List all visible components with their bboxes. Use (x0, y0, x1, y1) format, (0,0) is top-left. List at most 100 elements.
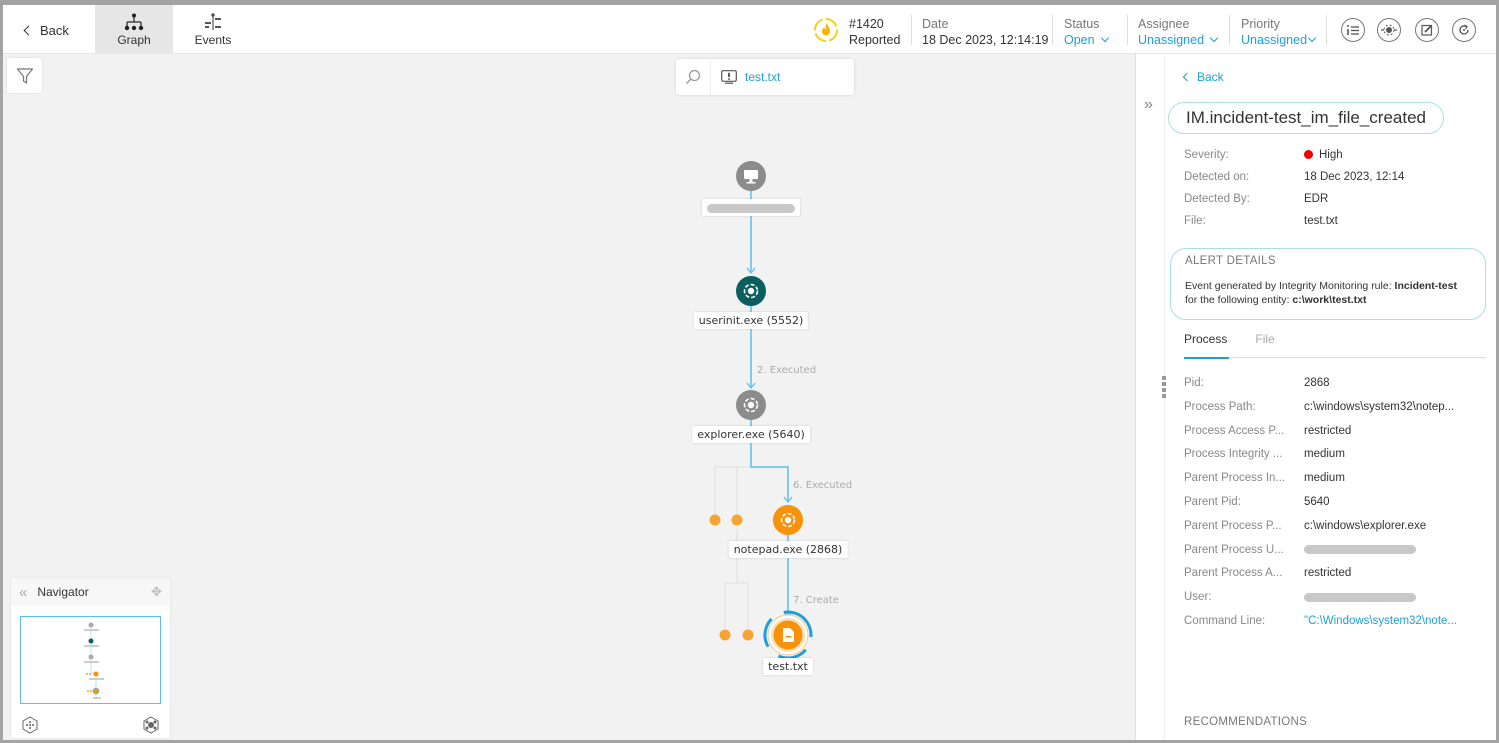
panel-resize-handle[interactable] (1162, 376, 1167, 398)
panel-back-label: Back (1197, 70, 1224, 84)
assignee-value: Unassigned (1138, 33, 1205, 47)
redacted-value (1304, 591, 1416, 603)
chevron-left-icon (1182, 72, 1192, 82)
node-label-explorer[interactable]: explorer.exe (5640) (692, 426, 810, 443)
recommendations-heading: RECOMMENDATIONS (1184, 716, 1308, 728)
redacted-text (1304, 545, 1416, 555)
process-detail-row: Command Line: "C:\Windows\system32\note..… (1184, 615, 1457, 627)
node-host[interactable] (736, 161, 766, 191)
redacted-text (1304, 592, 1416, 602)
monitor-icon (744, 170, 758, 179)
node-label-testfile[interactable]: test.txt (763, 658, 813, 675)
chevron-down-icon (1307, 33, 1317, 43)
row-key: Detected on: (1184, 171, 1250, 183)
node-label-userinit[interactable]: userinit.exe (5552) (693, 312, 809, 329)
node-label-notepad[interactable]: notepad.exe (2868) (728, 541, 848, 558)
alert-title: IM.incident-test_im_file_created (1168, 102, 1445, 134)
process-detail-row: Parent Process U... (1184, 544, 1416, 556)
node-userinit[interactable] (736, 276, 766, 306)
collapsed-node-dot[interactable] (709, 514, 721, 526)
divider (1326, 15, 1327, 45)
row-value: restricted (1304, 567, 1352, 580)
row-key: Command Line: (1184, 615, 1266, 627)
row-key: Parent Process A... (1184, 567, 1283, 580)
divider (1229, 15, 1230, 45)
edit-icon (1421, 24, 1433, 36)
node-explorer[interactable] (736, 390, 766, 420)
priority-value: Unassigned (1241, 33, 1308, 47)
row-key: Process Integrity ... (1184, 448, 1283, 461)
navigator-minimap (84, 622, 104, 699)
row-value: 18 Dec 2023, 12:14 (1304, 171, 1405, 183)
collapse-panel-icon[interactable]: » (1144, 96, 1153, 114)
layout-icon[interactable] (142, 716, 160, 734)
collapsed-node-dot[interactable] (742, 629, 754, 641)
process-detail-row: Process Integrity ... medium (1184, 448, 1345, 460)
edge-label: 2. Executed (757, 365, 817, 376)
priority-field[interactable]: Priority Unassigned (1241, 16, 1317, 48)
fit-to-screen-icon[interactable] (21, 716, 39, 734)
row-value: 5640 (1304, 496, 1330, 508)
details-tabs: Process File (1184, 330, 1486, 359)
process-detail-row: Parent Process A... restricted (1184, 567, 1351, 579)
network-view-button[interactable] (1377, 18, 1401, 42)
process-detail-row: Pid: 2868 (1184, 377, 1330, 389)
redacted-text (707, 203, 795, 213)
row-key: Parent Process U... (1184, 543, 1284, 556)
detected-on-row: Detected on: 18 Dec 2023, 12:14 (1184, 171, 1404, 183)
process-detail-row: Parent Pid: 5640 (1184, 496, 1330, 508)
row-value: c:\windows\explorer.exe (1304, 519, 1427, 532)
row-value: medium (1304, 448, 1345, 461)
severity-value: High (1319, 149, 1343, 161)
edit-button[interactable] (1415, 18, 1439, 42)
row-key: Pid: (1184, 377, 1204, 389)
node-label-host[interactable] (702, 199, 800, 216)
row-value: restricted (1304, 424, 1352, 437)
panel-back-button[interactable]: Back (1182, 70, 1224, 84)
process-detail-row: Parent Process P... c:\windows\explorer.e… (1184, 520, 1426, 532)
details-list-icon (1347, 25, 1359, 35)
refresh-button[interactable] (1452, 18, 1476, 42)
navigator-title: Navigator (37, 585, 89, 599)
redacted-value (1304, 544, 1416, 556)
alert-rule-name: Incident-test (1394, 280, 1457, 292)
row-value: medium (1304, 472, 1345, 485)
app-window: Back Graph Events #1420 Reported Date 18… (3, 5, 1496, 740)
severity-row: Severity: High (1184, 149, 1343, 161)
edge-label: 6. Executed (793, 480, 853, 491)
detected-by-row: Detected By: EDR (1184, 193, 1328, 205)
details-list-button[interactable] (1341, 18, 1365, 42)
process-graph (709, 161, 813, 660)
assignee-field[interactable]: Assignee Unassigned (1138, 16, 1219, 48)
alert-entity: c:\work\test.txt (1292, 294, 1367, 306)
navigator-header: « Navigator ✥ (11, 578, 170, 606)
refresh-icon (1459, 24, 1469, 35)
row-key: User: (1184, 591, 1212, 604)
collapsed-node-dot[interactable] (731, 514, 743, 526)
file-row: File: test.txt (1184, 215, 1338, 227)
details-panel: » Back IM.incident-test_im_file_created … (1135, 54, 1496, 740)
row-key: Severity: (1184, 149, 1229, 161)
collapsed-node-dot[interactable] (719, 629, 731, 641)
tab-process[interactable]: Process (1184, 330, 1230, 359)
panel-collapse-strip: » (1136, 54, 1167, 740)
row-value[interactable]: "C:\Windows\system32\note... (1304, 615, 1457, 627)
row-key: Parent Pid: (1184, 496, 1241, 508)
priority-dropdown[interactable]: Unassigned (1241, 32, 1317, 48)
process-detail-row: User: (1184, 591, 1416, 603)
row-value: test.txt (1304, 215, 1338, 227)
tab-file[interactable]: File (1255, 330, 1274, 357)
edge-label: 7. Create (793, 595, 839, 606)
alert-details-heading: ALERT DETAILS (1185, 255, 1276, 267)
row-key: Parent Process In... (1184, 472, 1285, 485)
move-icon[interactable]: ✥ (151, 584, 162, 600)
node-notepad[interactable] (773, 505, 803, 535)
severity-dot-icon (1304, 150, 1313, 159)
collapse-navigator-icon[interactable]: « (19, 584, 27, 601)
navigator-viewport[interactable] (20, 616, 161, 704)
assignee-dropdown[interactable]: Unassigned (1138, 32, 1219, 48)
alert-details-box: ALERT DETAILS Event generated by Integri… (1170, 248, 1486, 320)
row-key: Detected By: (1184, 193, 1250, 205)
row-key: File: (1184, 215, 1206, 227)
row-key: Process Access P... (1184, 424, 1285, 437)
